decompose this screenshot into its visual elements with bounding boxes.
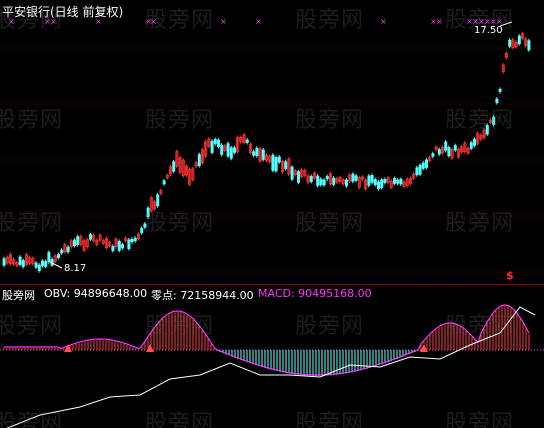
- top-signal-marker: ×: [220, 17, 227, 26]
- candle-body: [172, 161, 176, 172]
- candle-body: [453, 145, 457, 151]
- candle-body: [216, 139, 220, 147]
- candle-body: [322, 179, 326, 186]
- candle-body: [290, 166, 294, 180]
- candle-body: [424, 159, 428, 168]
- candle-body: [197, 154, 201, 167]
- candle-body: [418, 164, 422, 175]
- candle-body: [66, 246, 70, 253]
- candle-body: [76, 236, 80, 246]
- candle-body: [146, 207, 150, 218]
- candle-body: [41, 260, 45, 267]
- candle-body: [232, 147, 236, 153]
- candle-body: [156, 194, 160, 207]
- candle-body: [277, 156, 281, 163]
- candle-body: [498, 88, 502, 92]
- candle-body: [517, 35, 521, 45]
- candle-body: [121, 244, 125, 249]
- candle-body: [380, 179, 384, 189]
- candle-body: [431, 153, 435, 157]
- high-price-label: 17.50: [474, 25, 503, 36]
- candle-body: [226, 143, 230, 157]
- obv-label: OBV: 94896648.00: [44, 287, 148, 300]
- candle-body: [447, 147, 451, 157]
- candle-body: [344, 179, 348, 187]
- candle-body: [396, 179, 400, 184]
- candle-body: [492, 116, 496, 125]
- candle-body: [252, 151, 256, 156]
- candle-body: [274, 157, 278, 172]
- candle-body: [2, 258, 6, 266]
- indicator-name: 股旁网: [2, 289, 35, 302]
- candle-body: [117, 241, 121, 251]
- price-chart-canvas[interactable]: × × × × ×× × × × × × × × × × × ×: [0, 0, 544, 428]
- candle-body: [89, 234, 93, 240]
- candle-body: [332, 177, 336, 185]
- candle-body: [162, 180, 166, 185]
- candle-body: [213, 139, 217, 145]
- candle-body: [296, 171, 300, 183]
- candle-body: [210, 140, 214, 153]
- candle-body: [143, 223, 147, 228]
- candle-body: [255, 147, 259, 157]
- candle-body: [469, 142, 473, 149]
- chart-window: × × × × × × × × × × × × × × × × × 平安银行(日线 前复权) 股旁网 股旁网 股…: [0, 0, 544, 428]
- zero-label: 零点: 72158944.00: [151, 289, 254, 302]
- candle-body: [284, 161, 288, 170]
- candle-body: [37, 264, 41, 272]
- candle-body: [133, 237, 137, 242]
- candle-body: [130, 238, 134, 243]
- candle-body: [34, 262, 38, 268]
- candle-body: [60, 249, 64, 254]
- indicator-header: 股旁网 OBV: 94896648.00 零点: 72158944.00 MAC…: [0, 285, 544, 302]
- candle-body: [472, 138, 476, 146]
- candle-body: [399, 178, 403, 185]
- candle-body: [370, 175, 374, 183]
- candle-body: [220, 144, 224, 155]
- candle-body: [18, 256, 22, 265]
- candle-body: [325, 176, 329, 180]
- candle-body: [140, 228, 144, 234]
- top-signal-marker: ×: [255, 17, 262, 26]
- candle-body: [383, 179, 387, 183]
- candle-body: [319, 178, 323, 186]
- candle-body: [229, 147, 233, 159]
- macd-label: MACD: 90495168.00: [258, 287, 372, 300]
- candle-body: [316, 175, 320, 186]
- candle-body: [508, 39, 512, 47]
- top-signal-marker: ×: [380, 17, 387, 26]
- candle-body: [392, 178, 396, 184]
- candle-body: [354, 175, 358, 181]
- candle-body: [47, 252, 51, 263]
- candle-body: [57, 254, 61, 258]
- signal-marker: $: [506, 269, 514, 282]
- candle-body: [495, 98, 499, 103]
- top-signal-marker: ×: [436, 17, 443, 26]
- candle-body: [309, 176, 313, 182]
- candle-body: [373, 179, 377, 185]
- candle-body: [44, 261, 48, 267]
- candle-body: [367, 175, 371, 186]
- candle-body: [21, 260, 25, 267]
- candle-body: [111, 246, 115, 251]
- candle-body: [415, 167, 419, 176]
- candle-body: [485, 125, 489, 135]
- candle-body: [261, 149, 265, 160]
- low-price-label: 8.17: [64, 263, 87, 274]
- candle-body: [351, 173, 355, 182]
- buy-signal-arrow: [146, 344, 154, 352]
- candle-body: [73, 239, 77, 247]
- macd-line: [4, 304, 530, 376]
- candle-body: [245, 139, 249, 143]
- candle-body: [437, 149, 441, 155]
- candle-body: [271, 154, 275, 171]
- chart-title: 平安银行(日线 前复权): [2, 5, 124, 19]
- candle-body: [127, 239, 131, 250]
- candle-body: [421, 162, 425, 169]
- top-signal-marker: ×: [150, 17, 157, 26]
- candle-body: [444, 141, 448, 151]
- candle-body: [527, 40, 531, 51]
- candle-body: [376, 181, 380, 190]
